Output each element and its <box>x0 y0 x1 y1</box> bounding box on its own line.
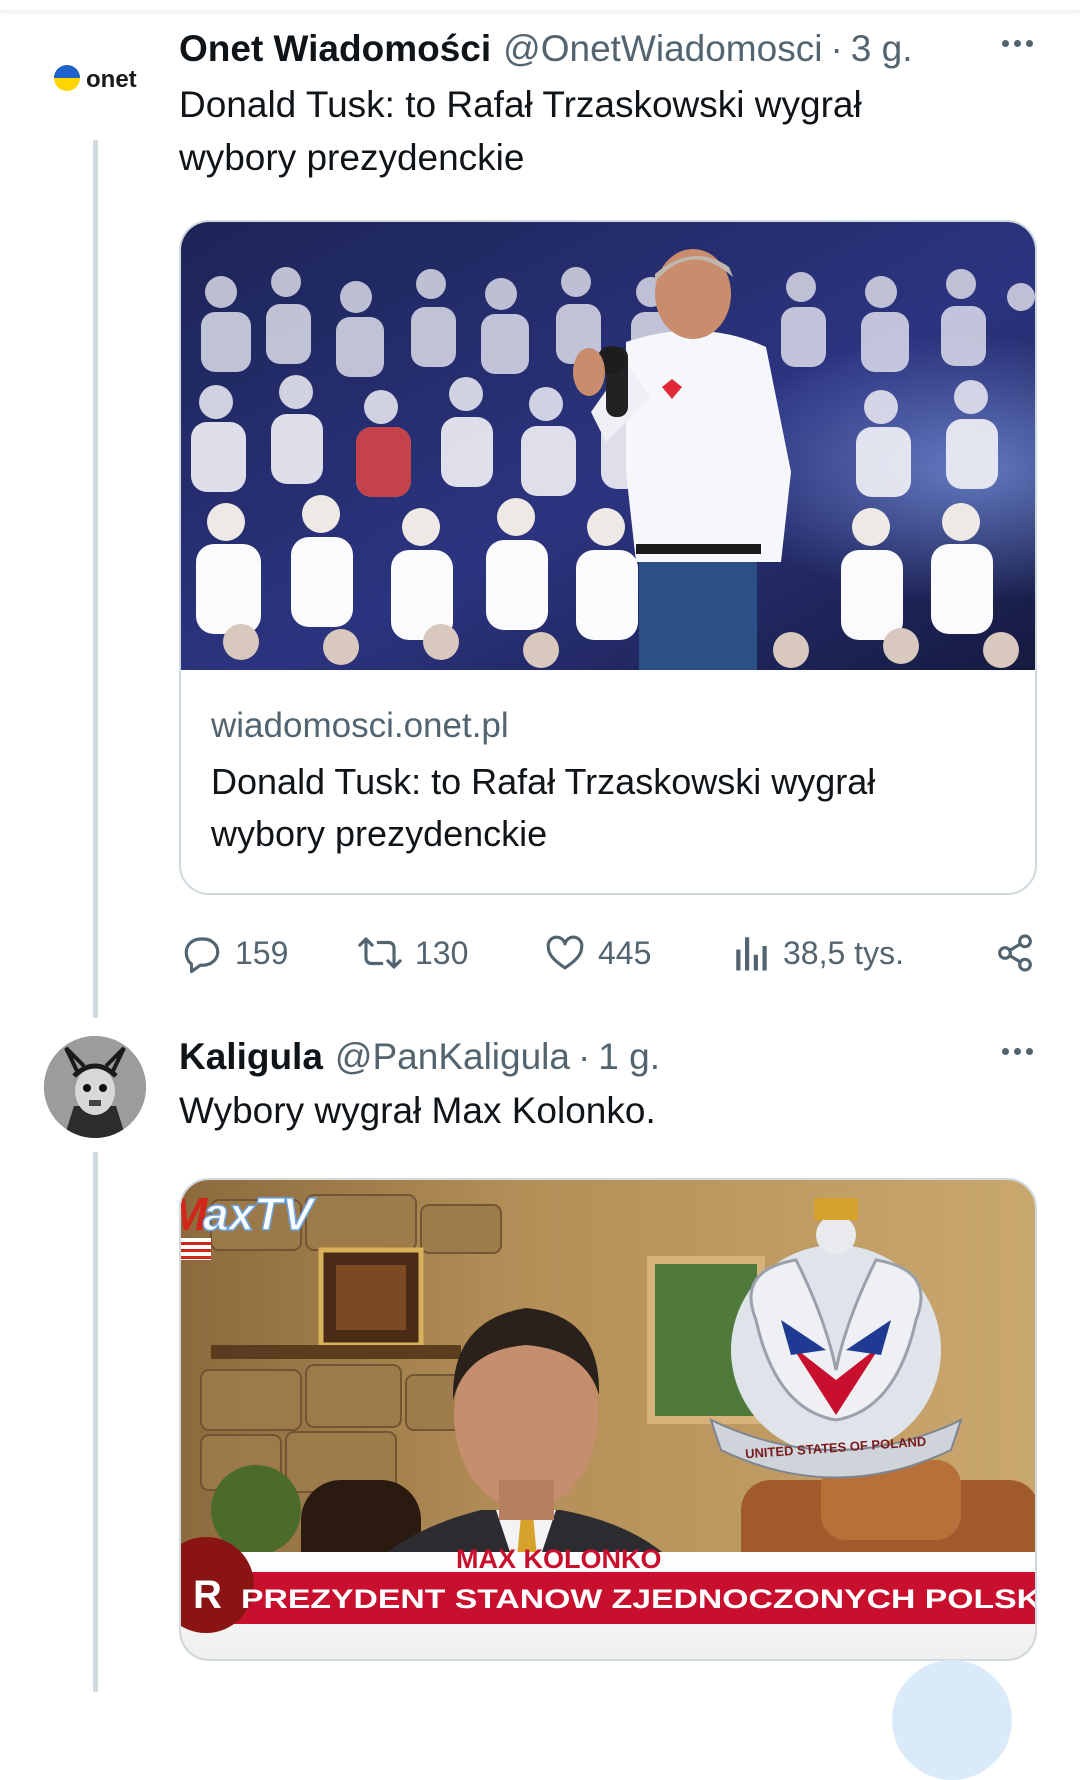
action-bar: 159 130 445 38,5 tys. <box>179 925 1037 981</box>
ticker-badge: R <box>193 1573 222 1617</box>
tweet-header: Kaligula @PanKaligula · 1 g. <box>179 1034 1037 1080</box>
avatar[interactable]: onet <box>52 56 154 100</box>
ticker-name: MAX KOLONKO <box>456 1544 662 1574</box>
reply-count: 159 <box>235 934 289 971</box>
author-handle[interactable]: @OnetWiadomosci <box>503 26 822 72</box>
card-title: Donald Tusk: to Rafał Trzaskowski wygrał… <box>211 756 1005 860</box>
reply-icon <box>184 937 220 974</box>
svg-text:onet: onet <box>86 66 137 93</box>
share-button[interactable] <box>995 933 1035 973</box>
views-chart-icon <box>736 937 767 971</box>
tv-screenshot: M axTV UNIT <box>181 1180 1037 1659</box>
separator: · <box>577 1036 591 1077</box>
rally-photo <box>181 222 1035 670</box>
avatar-image <box>44 1036 146 1138</box>
tweet-header: Onet Wiadomości @OnetWiadomosci · 3 g. <box>179 26 1037 72</box>
share-icon <box>998 934 1032 972</box>
views-count: 38,5 tys. <box>783 934 904 971</box>
card-title-line: Donald Tusk: to Rafał Trzaskowski wygrał <box>211 761 876 802</box>
compose-button[interactable] <box>892 1660 1012 1780</box>
author-handle[interactable]: @PanKaligula <box>335 1034 570 1080</box>
repost-icon <box>358 937 402 969</box>
timestamp[interactable]: 3 g. <box>851 26 913 72</box>
tweet-kaligula[interactable]: Kaligula @PanKaligula · 1 g. Wybory wygr… <box>0 1000 1080 1692</box>
card-domain: wiadomosci.onet.pl <box>211 706 509 745</box>
card-image <box>181 222 1035 670</box>
heart-icon <box>546 935 584 970</box>
thread-line <box>93 1152 98 1692</box>
like-button[interactable]: 445 <box>544 932 651 974</box>
tweet-text-line: Donald Tusk: to Rafał Trzaskowski wygrał <box>179 84 862 125</box>
avatar[interactable] <box>44 1036 146 1138</box>
repost-button[interactable]: 130 <box>357 932 468 974</box>
tweet-media[interactable]: M axTV UNIT <box>179 1178 1037 1661</box>
author-name[interactable]: Kaligula <box>179 1034 323 1080</box>
ticker-title: PREZYDENT STANOW ZJEDNOCZONYCH POLSK <box>241 1584 1037 1614</box>
tweet-text: Donald Tusk: to Rafał Trzaskowski wygrał… <box>179 78 1037 184</box>
timestamp[interactable]: 1 g. <box>598 1034 660 1080</box>
tweet-text-line: wybory prezydenckie <box>179 137 525 178</box>
tweet-onet[interactable]: onet Onet Wiadomości @OnetWiadomosci · 3… <box>0 0 1080 1018</box>
card-meta: wiadomosci.onet.pl Donald Tusk: to Rafał… <box>181 670 1035 890</box>
thread-line <box>93 140 98 1018</box>
more-options-icon[interactable] <box>998 1042 1037 1061</box>
like-count: 445 <box>598 934 652 971</box>
onet-logo-icon: onet <box>54 65 137 93</box>
separator: · <box>830 28 843 69</box>
author-name[interactable]: Onet Wiadomości <box>179 26 491 72</box>
channel-logo: axTV <box>203 1188 316 1240</box>
reply-button[interactable]: 159 <box>181 932 288 974</box>
tweet-text: Wybory wygrał Max Kolonko. <box>179 1090 656 1131</box>
card-title-line: wybory prezydenckie <box>211 813 548 854</box>
views-button[interactable]: 38,5 tys. <box>733 932 904 974</box>
repost-count: 130 <box>415 934 469 971</box>
more-options-icon[interactable] <box>998 34 1037 53</box>
link-card[interactable]: wiadomosci.onet.pl Donald Tusk: to Rafał… <box>179 220 1037 895</box>
